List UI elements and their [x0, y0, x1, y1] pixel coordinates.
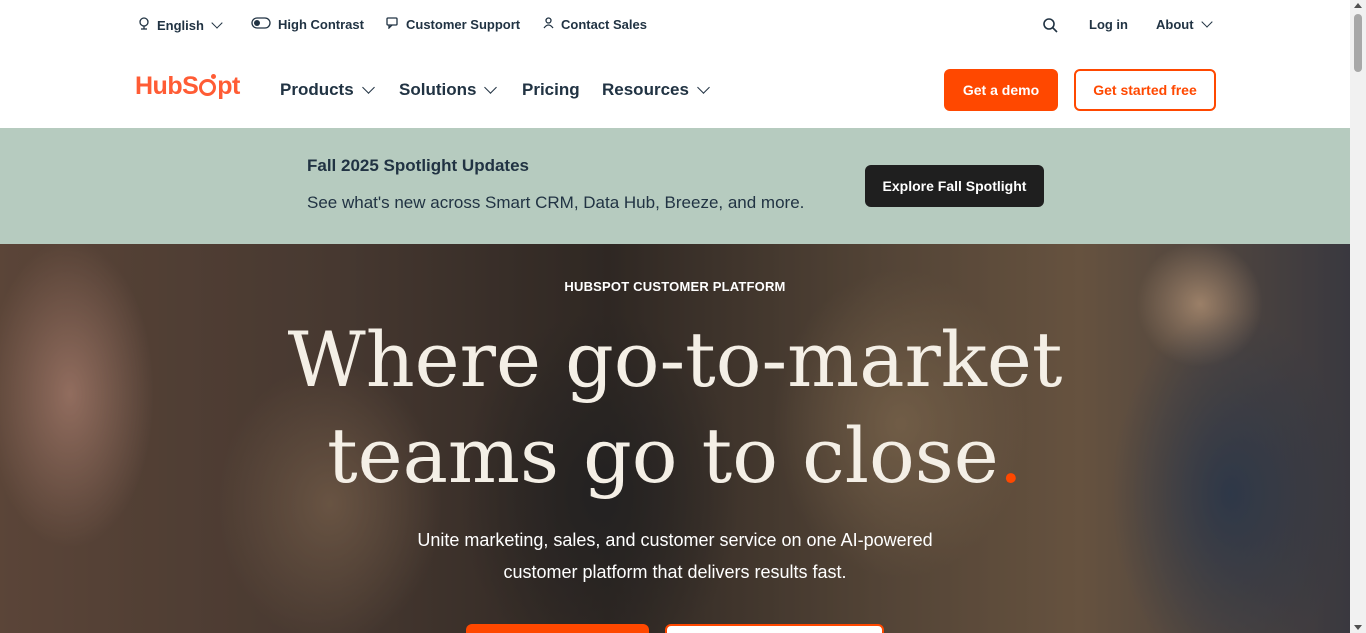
sprocket-icon: [199, 74, 217, 96]
nav-item-label: Products: [280, 80, 354, 99]
nav-item-resources[interactable]: Resources: [602, 80, 710, 100]
globe-icon: [138, 17, 150, 33]
scroll-up-icon[interactable]: [1354, 3, 1362, 8]
person-icon: [543, 17, 554, 32]
scrollbar-thumb[interactable]: [1354, 14, 1362, 72]
hero-title-dot: .: [998, 411, 1023, 500]
about-label: About: [1156, 17, 1194, 32]
nav-item-label: Pricing: [522, 80, 580, 99]
language-label: English: [157, 17, 204, 33]
customer-support-label: Customer Support: [406, 17, 521, 32]
logo-text-end: pt: [217, 72, 240, 100]
chat-icon: [386, 17, 399, 32]
hero-subtitle-line2: customer platform that delivers results …: [503, 562, 847, 582]
hero-subtitle-line1: Unite marketing, sales, and customer ser…: [417, 530, 933, 550]
nav-item-pricing[interactable]: Pricing: [522, 80, 580, 100]
hero-subtitle: Unite marketing, sales, and customer ser…: [0, 524, 1350, 588]
hero-primary-button[interactable]: [466, 624, 649, 633]
chevron-down-icon: [211, 16, 223, 29]
get-started-free-button[interactable]: Get started free: [1074, 69, 1216, 111]
hero-title-line1: Where go-to-market: [287, 315, 1063, 404]
utility-bar: English High Contrast Customer Support C…: [0, 0, 1350, 52]
scroll-down-icon[interactable]: [1354, 625, 1362, 630]
get-demo-button[interactable]: Get a demo: [944, 69, 1058, 111]
announcement-title: Fall 2025 Spotlight Updates: [307, 156, 529, 175]
chevron-down-icon: [484, 81, 498, 94]
hero-section: HUBSPOT CUSTOMER PLATFORM Where go-to-ma…: [0, 244, 1350, 633]
hubspot-logo[interactable]: HubS pt: [135, 72, 240, 101]
nav-item-solutions[interactable]: Solutions: [399, 80, 498, 100]
page-scrollbar[interactable]: [1350, 0, 1366, 633]
nav-item-products[interactable]: Products: [280, 80, 375, 100]
search-button[interactable]: [1043, 18, 1058, 36]
nav-item-label: Resources: [602, 80, 689, 99]
main-navigation: HubS pt Products Solutions Pricing Resour…: [0, 52, 1350, 128]
search-icon: [1043, 18, 1058, 36]
high-contrast-label: High Contrast: [278, 17, 364, 32]
hero-secondary-button[interactable]: [665, 624, 884, 633]
customer-support-link[interactable]: Customer Support: [386, 17, 520, 32]
contact-sales-label: Contact Sales: [561, 17, 647, 32]
login-link[interactable]: Log in: [1089, 17, 1128, 32]
language-selector[interactable]: English: [138, 16, 223, 33]
contact-sales-link[interactable]: Contact Sales: [543, 17, 647, 32]
chevron-down-icon: [697, 81, 710, 94]
about-menu[interactable]: About: [1156, 16, 1213, 32]
announcement-banner: Fall 2025 Spotlight Updates See what's n…: [0, 128, 1350, 244]
chevron-down-icon: [1200, 16, 1213, 28]
logo-text-start: HubS: [135, 72, 199, 100]
high-contrast-toggle[interactable]: High Contrast: [251, 17, 364, 32]
hero-title: Where go-to-market teams go to close.: [0, 312, 1350, 504]
login-label: Log in: [1089, 17, 1128, 32]
announcement-subtitle: See what's new across Smart CRM, Data Hu…: [307, 193, 805, 212]
nav-item-label: Solutions: [399, 80, 477, 99]
chevron-down-icon: [361, 81, 375, 94]
toggle-icon: [251, 17, 271, 32]
hero-title-line2: teams go to close: [327, 411, 999, 500]
hero-eyebrow: HUBSPOT CUSTOMER PLATFORM: [564, 279, 786, 294]
explore-fall-spotlight-button[interactable]: Explore Fall Spotlight: [865, 165, 1044, 207]
